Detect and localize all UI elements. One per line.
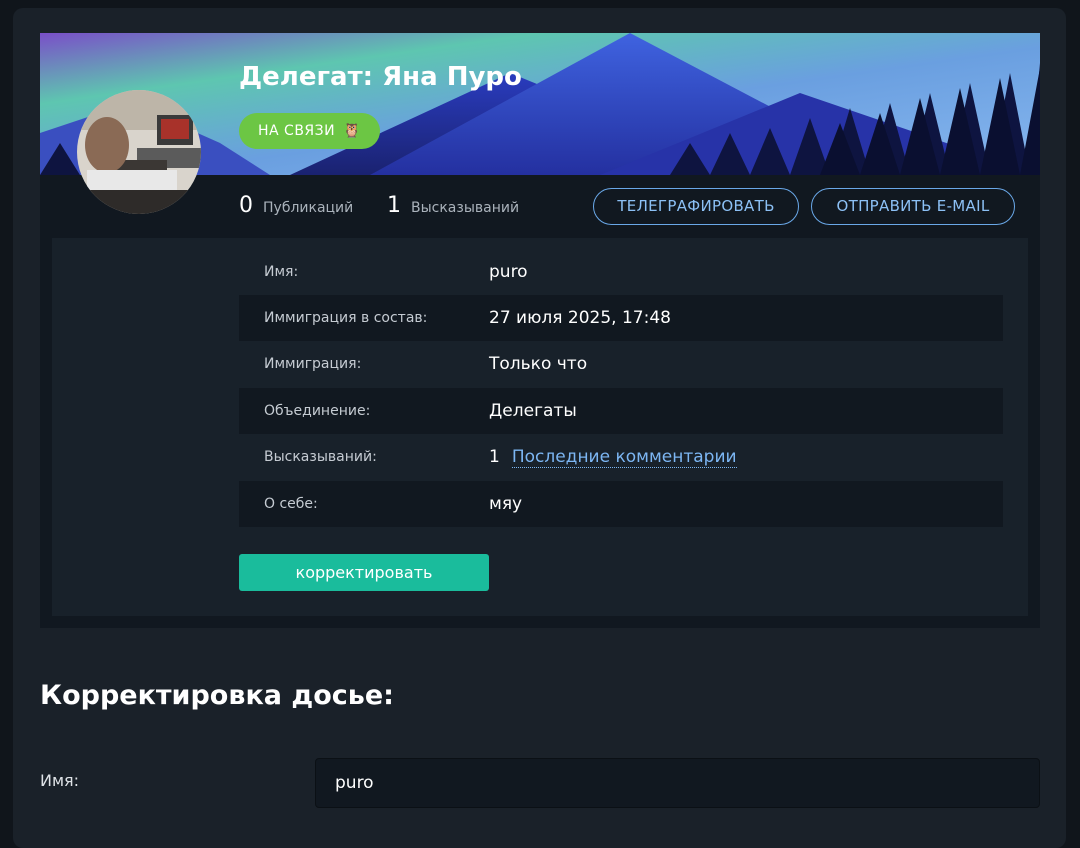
info-value: Делегаты (489, 401, 577, 421)
avatar[interactable] (77, 90, 201, 214)
edit-section-title: Корректировка досье: (40, 680, 394, 711)
recent-comments-link[interactable]: Последние комментарии (511, 447, 737, 468)
info-label: Объединение: (264, 403, 371, 419)
status-badge: НА СВЯЗИ 🦉 (239, 113, 381, 149)
name-input[interactable] (315, 758, 1040, 808)
info-value-text: Только что (489, 354, 588, 374)
info-value: 27 июля 2025, 17:48 (489, 308, 671, 328)
info-value: 1 Последние комментарии (489, 447, 737, 468)
stat-comments: 1 Высказываний (387, 193, 519, 218)
send-email-button[interactable]: ОТПРАВИТЬ E-MAIL (811, 188, 1015, 225)
stat-publications: 0 Публикаций (239, 193, 353, 218)
page-title: Делегат: Яна Пуро (239, 62, 522, 92)
info-value: puro (489, 262, 528, 282)
info-value: Только что (489, 354, 587, 374)
edit-profile-button[interactable]: корректировать (239, 554, 489, 591)
name-field-label: Имя: (40, 771, 80, 790)
info-value-text: 1 (489, 446, 500, 467)
info-value-text: 27 июля 2025, 17:48 (489, 308, 671, 328)
info-label: Имя: (264, 264, 299, 280)
stat-count: 0 (239, 193, 253, 218)
status-label: НА СВЯЗИ (258, 123, 336, 139)
stat-label: Высказываний (411, 200, 520, 216)
info-label: Иммиграция: (264, 356, 362, 372)
info-label: Иммиграция в состав: (264, 310, 428, 326)
stat-count: 1 (387, 193, 401, 218)
profile-info-panel: Имя: puro Иммиграция в состав: 27 июля 2… (52, 238, 1028, 616)
info-value-text: Делегаты (489, 401, 577, 421)
info-row-name: Имя: puro (239, 249, 1003, 295)
info-value-text: puro (489, 262, 528, 282)
info-row-joined: Иммиграция в состав: 27 июля 2025, 17:48 (239, 295, 1003, 341)
info-row-last-visit: Иммиграция: Только что (239, 341, 1003, 387)
owl-icon: 🦉 (343, 123, 362, 139)
telegraph-button[interactable]: ТЕЛЕГРАФИРОВАТЬ (593, 188, 799, 225)
info-value: мяу (489, 494, 522, 514)
info-value-text: мяу (489, 494, 523, 514)
info-row-about: О себе: мяу (239, 481, 1003, 527)
stat-label: Публикаций (263, 200, 354, 216)
avatar-image (77, 90, 201, 214)
profile-card: Делегат: Яна Пуро НА СВЯЗИ 🦉 0 Публикаци… (40, 33, 1040, 628)
info-row-group: Объединение: Делегаты (239, 388, 1003, 434)
info-label: О себе: (264, 496, 318, 512)
info-label: Высказываний: (264, 449, 377, 465)
info-row-comments: Высказываний: 1 Последние комментарии (239, 434, 1003, 480)
